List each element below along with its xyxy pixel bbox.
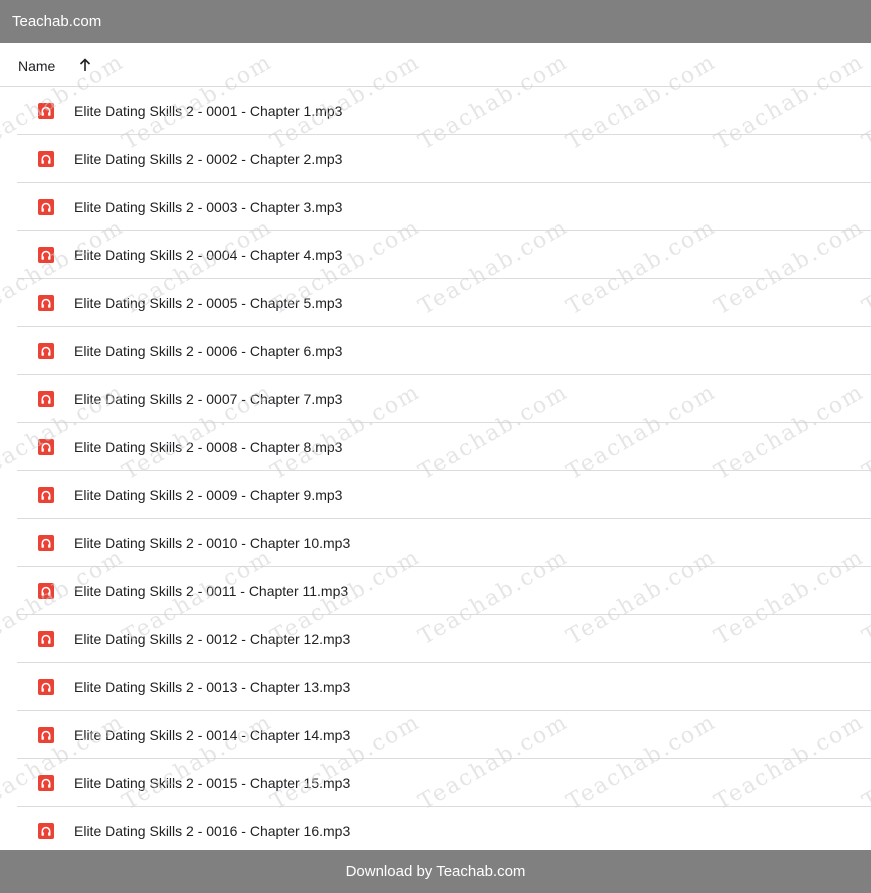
file-row[interactable]: Elite Dating Skills 2 - 0008 - Chapter 8… xyxy=(17,423,871,471)
audio-file-icon xyxy=(38,391,54,407)
file-list: Elite Dating Skills 2 - 0001 - Chapter 1… xyxy=(0,87,871,855)
file-row[interactable]: Elite Dating Skills 2 - 0007 - Chapter 7… xyxy=(17,375,871,423)
file-row[interactable]: Elite Dating Skills 2 - 0014 - Chapter 1… xyxy=(17,711,871,759)
file-name[interactable]: Elite Dating Skills 2 - 0005 - Chapter 5… xyxy=(74,279,342,327)
file-name[interactable]: Elite Dating Skills 2 - 0007 - Chapter 7… xyxy=(74,375,342,423)
site-title: Teachab.com xyxy=(12,13,102,30)
file-name[interactable]: Elite Dating Skills 2 - 0006 - Chapter 6… xyxy=(74,327,342,375)
file-row[interactable]: Elite Dating Skills 2 - 0010 - Chapter 1… xyxy=(17,519,871,567)
file-name[interactable]: Elite Dating Skills 2 - 0011 - Chapter 1… xyxy=(74,567,348,615)
file-name[interactable]: Elite Dating Skills 2 - 0015 - Chapter 1… xyxy=(74,759,350,807)
file-name[interactable]: Elite Dating Skills 2 - 0016 - Chapter 1… xyxy=(74,807,350,855)
file-name[interactable]: Elite Dating Skills 2 - 0013 - Chapter 1… xyxy=(74,663,350,711)
file-row[interactable]: Elite Dating Skills 2 - 0005 - Chapter 5… xyxy=(17,279,871,327)
file-row[interactable]: Elite Dating Skills 2 - 0004 - Chapter 4… xyxy=(17,231,871,279)
file-row[interactable]: Elite Dating Skills 2 - 0011 - Chapter 1… xyxy=(17,567,871,615)
audio-file-icon xyxy=(38,247,54,263)
file-name[interactable]: Elite Dating Skills 2 - 0004 - Chapter 4… xyxy=(74,231,342,279)
file-name[interactable]: Elite Dating Skills 2 - 0012 - Chapter 1… xyxy=(74,615,350,663)
name-column-header[interactable]: Name xyxy=(18,43,55,90)
file-name[interactable]: Elite Dating Skills 2 - 0009 - Chapter 9… xyxy=(74,471,342,519)
audio-file-icon xyxy=(38,439,54,455)
audio-file-icon xyxy=(38,823,54,839)
audio-file-icon xyxy=(38,295,54,311)
download-caption: Download by Teachab.com xyxy=(345,863,526,880)
file-row[interactable]: Elite Dating Skills 2 - 0002 - Chapter 2… xyxy=(17,135,871,183)
file-row[interactable]: Elite Dating Skills 2 - 0013 - Chapter 1… xyxy=(17,663,871,711)
file-row[interactable]: Elite Dating Skills 2 - 0009 - Chapter 9… xyxy=(17,471,871,519)
audio-file-icon xyxy=(38,199,54,215)
audio-file-icon xyxy=(38,103,54,119)
list-header: Name xyxy=(0,43,871,87)
file-name[interactable]: Elite Dating Skills 2 - 0003 - Chapter 3… xyxy=(74,183,342,231)
audio-file-icon xyxy=(38,487,54,503)
audio-file-icon xyxy=(38,343,54,359)
audio-file-icon xyxy=(38,583,54,599)
file-row[interactable]: Elite Dating Skills 2 - 0012 - Chapter 1… xyxy=(17,615,871,663)
file-row[interactable]: Elite Dating Skills 2 - 0015 - Chapter 1… xyxy=(17,759,871,807)
audio-file-icon xyxy=(38,151,54,167)
file-row[interactable]: Elite Dating Skills 2 - 0001 - Chapter 1… xyxy=(17,87,871,135)
audio-file-icon xyxy=(38,727,54,743)
file-row[interactable]: Elite Dating Skills 2 - 0016 - Chapter 1… xyxy=(17,807,871,855)
file-row[interactable]: Elite Dating Skills 2 - 0006 - Chapter 6… xyxy=(17,327,871,375)
file-name[interactable]: Elite Dating Skills 2 - 0002 - Chapter 2… xyxy=(74,135,342,183)
audio-file-icon xyxy=(38,679,54,695)
file-name[interactable]: Elite Dating Skills 2 - 0014 - Chapter 1… xyxy=(74,711,350,759)
top-bar: Teachab.com xyxy=(0,0,871,43)
arrow-up-icon[interactable] xyxy=(77,57,93,73)
file-row[interactable]: Elite Dating Skills 2 - 0003 - Chapter 3… xyxy=(17,183,871,231)
audio-file-icon xyxy=(38,535,54,551)
file-name[interactable]: Elite Dating Skills 2 - 0008 - Chapter 8… xyxy=(74,423,342,471)
bottom-bar: Download by Teachab.com xyxy=(0,850,871,893)
audio-file-icon xyxy=(38,631,54,647)
file-name[interactable]: Elite Dating Skills 2 - 0001 - Chapter 1… xyxy=(74,87,342,135)
file-name[interactable]: Elite Dating Skills 2 - 0010 - Chapter 1… xyxy=(74,519,350,567)
audio-file-icon xyxy=(38,775,54,791)
